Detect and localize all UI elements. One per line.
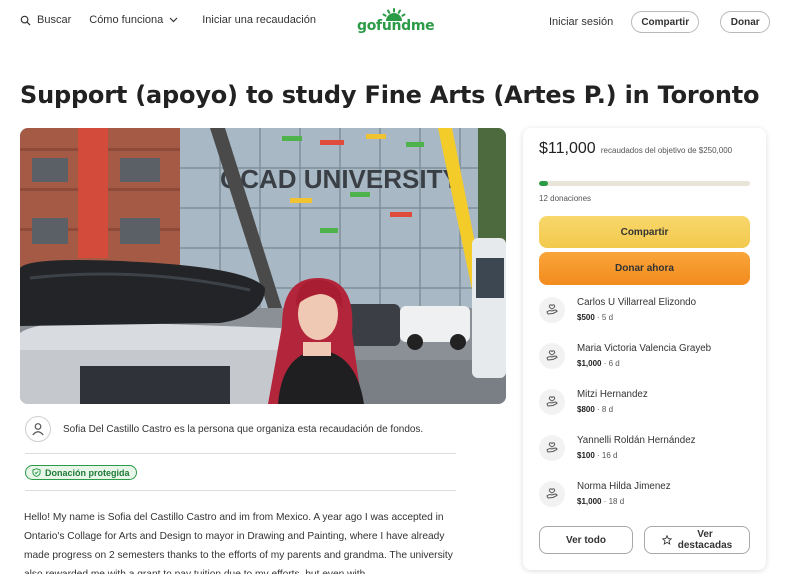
donor-name: Mitzi Hernandez: [577, 389, 648, 400]
progress-bar: [539, 181, 750, 186]
avatar: [25, 416, 51, 442]
donation-amount: $1,000: [577, 359, 602, 368]
header-donate-button[interactable]: Donar: [720, 11, 771, 33]
donation-count: 12 donaciones: [539, 194, 592, 203]
donation-time: 8 d: [601, 405, 614, 414]
donation-meta: $1,000 · 18 d: [577, 497, 625, 506]
user-icon: [32, 423, 44, 436]
raised-goal-text: recaudados del objetivo de $250,000: [600, 146, 733, 155]
donation-time: 6 d: [608, 359, 620, 368]
logo-text: gofundme: [357, 18, 435, 34]
ocad-sign-text: OCAD UNIVERSITY: [220, 164, 460, 194]
see-all-button[interactable]: Ver todo: [539, 526, 633, 554]
chevron-down-icon: [169, 17, 178, 23]
donor-name: Norma Hilda Jimenez: [577, 481, 671, 492]
donation-meta: $500 · 5 d: [577, 313, 614, 322]
donation-amount: $100: [577, 451, 595, 460]
badge-label: Donación protegida: [45, 467, 130, 478]
list-item: Norma Hilda Jimenez $1,000 · 18 d: [539, 478, 750, 524]
list-item: Maria Victoria Valencia Grayeb $1,000 · …: [539, 340, 750, 386]
see-top-line2: destacadas: [677, 540, 733, 551]
protected-donation-badge: Donación protegida: [25, 465, 137, 480]
see-top-label: Ver destacadas: [678, 529, 732, 551]
list-item: Yannelli Roldán Hernández $100 · 16 d: [539, 432, 750, 478]
donation-time: 16 d: [601, 451, 618, 460]
nav-left: Buscar Cómo funciona Iniciar una recauda…: [20, 14, 334, 26]
donor-name: Carlos U Villarreal Elizondo: [577, 297, 697, 308]
nav-right: Iniciar sesión Compartir Donar: [549, 11, 771, 33]
search-icon: [20, 15, 31, 26]
divider: [25, 453, 456, 454]
organizer-row: Sofia Del Castillo Castro es la persona …: [25, 416, 423, 442]
start-fundraiser-label: Iniciar una recaudación: [202, 14, 316, 26]
search-label: Buscar: [37, 14, 72, 26]
donation-time: 18 d: [608, 497, 625, 506]
page-title: Support (apoyo) to study Fine Arts (Arte…: [20, 81, 760, 109]
top-nav: Buscar Cómo funciona Iniciar una recauda…: [0, 0, 786, 44]
how-it-works-dropdown[interactable]: Cómo funciona: [89, 14, 184, 26]
organizer-text: Sofia Del Castillo Castro es la persona …: [63, 423, 424, 435]
gofundme-logo[interactable]: gofundme: [357, 8, 435, 36]
divider: [25, 490, 456, 491]
signin-link[interactable]: Iniciar sesión: [549, 16, 613, 28]
shield-icon: [32, 468, 41, 477]
start-fundraiser-link[interactable]: Iniciar una recaudación: [202, 14, 316, 26]
see-top-line1: Ver: [697, 529, 713, 540]
donation-hand-icon: [539, 343, 565, 369]
donate-now-button[interactable]: Donar ahora: [539, 252, 750, 285]
list-item: Mitzi Hernandez $800 · 8 d: [539, 386, 750, 432]
donation-hand-icon: [539, 389, 565, 415]
how-it-works-label: Cómo funciona: [89, 14, 164, 26]
donation-hand-icon: [539, 435, 565, 461]
donation-meta: $1,000 · 6 d: [577, 359, 620, 368]
share-button[interactable]: Compartir: [539, 216, 750, 248]
donation-meta: $100 · 16 d: [577, 451, 618, 460]
campaign-photo-illustration: OCAD UNIVERSITY: [20, 128, 506, 404]
header-share-button[interactable]: Compartir: [631, 11, 700, 33]
donation-time: 5 d: [601, 313, 614, 322]
donor-name: Maria Victoria Valencia Grayeb: [577, 343, 712, 354]
donation-list: Carlos U Villarreal Elizondo $500 · 5 d …: [539, 294, 750, 524]
campaign-photo: OCAD UNIVERSITY: [20, 128, 506, 404]
raised-amount: $11,000: [539, 140, 596, 157]
donation-amount: $1,000: [577, 497, 602, 506]
donation-card: $11,000 recaudados del objetivo de $250,…: [523, 128, 766, 570]
progress-fill: [539, 181, 549, 186]
list-item: Carlos U Villarreal Elizondo $500 · 5 d: [539, 294, 750, 340]
search-link[interactable]: Buscar: [20, 14, 71, 26]
donor-name: Yannelli Roldán Hernández: [577, 435, 696, 446]
star-icon: [661, 535, 672, 545]
donation-hand-icon: [539, 481, 565, 507]
donation-hand-icon: [539, 297, 565, 323]
raised-summary: $11,000 recaudados del objetivo de $250,…: [539, 140, 754, 158]
donation-meta: $800 · 8 d: [577, 405, 614, 414]
story-text: Hello! My name is Sofia del Castillo Cas…: [24, 512, 453, 574]
see-top-button[interactable]: Ver destacadas: [644, 526, 750, 554]
donation-amount: $800: [577, 405, 595, 414]
donation-amount: $500: [577, 313, 595, 322]
